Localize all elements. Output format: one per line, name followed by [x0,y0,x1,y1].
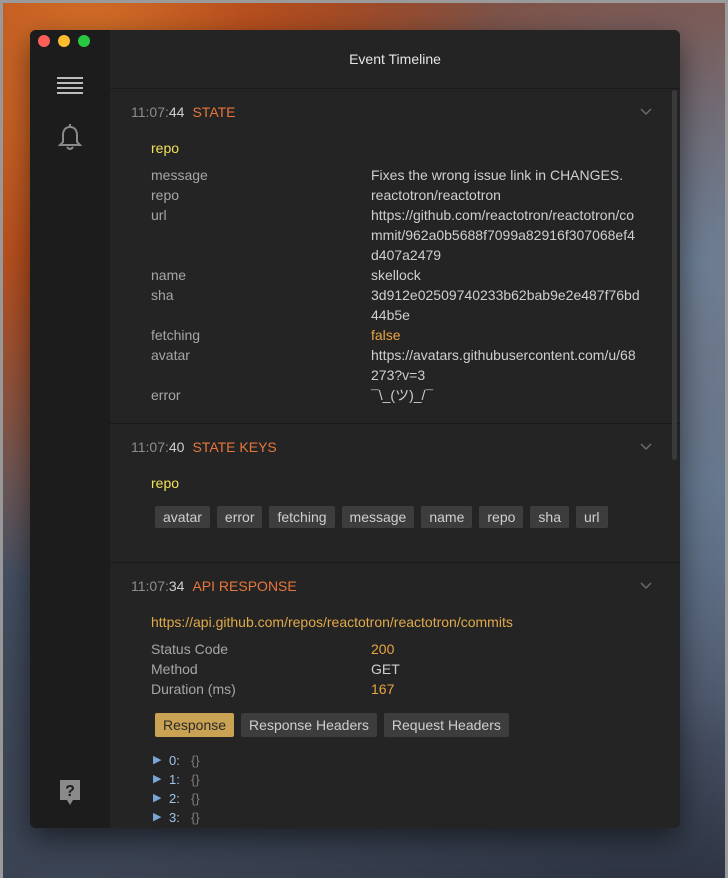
scrollbar[interactable] [672,90,677,460]
kv-row: message Fixes the wrong issue link in CH… [151,167,624,183]
event-timestamp: 11:07:40 [131,439,185,455]
tree-node[interactable]: ▶ 3: {} [153,808,660,827]
tree-node[interactable]: ▶ 0: {} [153,751,660,770]
triangle-right-icon[interactable]: ▶ [153,789,169,808]
event-type: STATE KEYS [192,439,277,455]
api-tabs: Response Response Headers Request Header… [155,713,660,737]
response-tree: ▶ 0: {} ▶ 1: {} ▶ 2: {} ▶ 3: {} [153,751,660,827]
minimize-window-button[interactable] [58,35,70,47]
triangle-right-icon[interactable]: ▶ [153,808,169,827]
kv-row: name skellock [151,267,421,283]
kv-row: repo reactotron/reactotron [151,187,501,203]
state-key-chip: fetching [269,506,335,528]
help-nav-button[interactable]: ? [30,778,110,808]
app-window: ? Event Timeline 11:07:44 STATE repo mes [30,30,680,828]
event-type: API RESPONSE [192,578,297,594]
event-timestamp: 11:07:44 [131,104,185,120]
tab-response-headers[interactable]: Response Headers [241,713,377,737]
timeline-event: 11:07:40 STATE KEYS repo avatar error fe… [110,424,680,563]
help-icon: ? [60,780,80,805]
state-key-chip: message [341,506,415,528]
kv-row: fetching false [151,327,401,343]
timeline-event: 11:07:44 STATE repo message Fixes the wr… [110,89,680,424]
window-controls [38,35,90,47]
tab-request-headers[interactable]: Request Headers [383,713,509,737]
state-key-chip: repo [479,506,524,528]
timeline-event: 11:07:34 API RESPONSE https://api.github… [110,563,680,828]
state-key-chip: sha [530,506,569,528]
state-key-chip: error [216,506,263,528]
event-timeline-list[interactable]: 11:07:44 STATE repo message Fixes the wr… [110,89,680,828]
timeline-nav-button[interactable] [30,73,110,99]
maximize-window-button[interactable] [78,35,90,47]
kv-row: Status Code 200 [151,641,395,657]
kv-row: url https://github.com/reactotron/reacto… [151,207,635,263]
kv-row: Duration (ms) 167 [151,681,395,697]
window-title: Event Timeline [110,30,680,89]
state-key-chip: name [421,506,473,528]
event-timestamp: 11:07:34 [131,578,185,594]
state-path: repo [151,140,180,156]
kv-row: avatar https://avatars.githubusercontent… [151,347,636,383]
event-type: STATE [192,104,236,120]
state-key-chip: avatar [155,506,210,528]
subscriptions-nav-button[interactable] [30,123,110,153]
state-values: message Fixes the wrong issue link in CH… [151,165,660,405]
state-key-chip: url [575,506,608,528]
chevron-down-icon[interactable] [640,579,652,593]
main-panel: Event Timeline 11:07:44 STATE repo messa… [110,30,680,828]
triangle-right-icon[interactable]: ▶ [153,751,169,770]
tab-response[interactable]: Response [155,713,235,737]
hamburger-icon [57,77,83,94]
triangle-right-icon[interactable]: ▶ [153,770,169,789]
state-keys-chips: avatar error fetching message name repo … [155,506,660,528]
close-window-button[interactable] [38,35,50,47]
chevron-down-icon[interactable] [640,105,652,119]
chevron-down-icon[interactable] [640,440,652,454]
svg-text:?: ? [65,783,75,800]
event-header[interactable]: 11:07:44 STATE [131,89,660,135]
kv-row: sha 3d912e02509740233b62bab9e2e487f76bd4… [151,287,640,323]
event-header[interactable]: 11:07:34 API RESPONSE [131,563,660,609]
kv-row: error ¯\_(ツ)_/¯ [151,387,434,403]
sidebar: ? [30,30,110,828]
api-summary: Status Code 200 Method GET Duration (ms)… [151,639,660,699]
api-url: https://api.github.com/repos/reactotron/… [151,614,513,630]
tree-node[interactable]: ▶ 1: {} [153,770,660,789]
event-header[interactable]: 11:07:40 STATE KEYS [131,424,660,470]
state-path: repo [151,475,180,491]
bell-icon [58,124,82,150]
kv-row: Method GET [151,661,400,677]
tree-node[interactable]: ▶ 2: {} [153,789,660,808]
